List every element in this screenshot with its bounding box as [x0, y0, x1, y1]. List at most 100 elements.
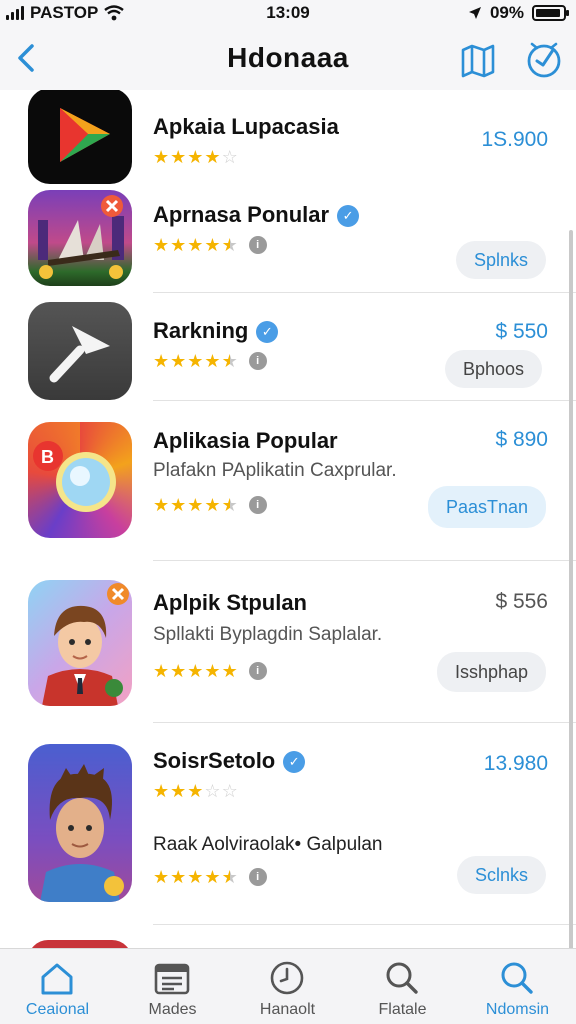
- home-icon: [41, 963, 73, 995]
- app-name: Aplpik Stpulan: [153, 590, 307, 615]
- verified-check-icon: ✓: [256, 321, 279, 344]
- app-name: Apkaia Lupacasia: [153, 114, 339, 139]
- divider: [153, 560, 576, 561]
- star-rating-secondary: ★ ★ ★ ★ ★ i: [153, 868, 267, 886]
- partial-app-icon: [28, 940, 132, 948]
- star-icon: ★: [204, 147, 221, 167]
- tab-home[interactable]: Ceaional: [0, 949, 115, 1024]
- get-button[interactable]: Sclnks: [456, 856, 546, 894]
- star-rating: ★ ★ ★ ★ ★ i: [153, 496, 267, 514]
- info-icon[interactable]: i: [248, 236, 267, 254]
- star-rating: ★ ★ ★ ★ ★ i: [153, 236, 267, 254]
- battery-percent: 09%: [489, 3, 524, 22]
- status-right: 09%: [468, 3, 569, 23]
- star-icon: ★: [153, 235, 170, 255]
- compass-icon[interactable]: [524, 40, 564, 80]
- star-rating: ★ ★ ★ ★ ★ i: [153, 352, 267, 370]
- star-rating: ★ ★ ★ ☆ ☆: [153, 782, 238, 800]
- app-name-text: Aprnasa Ponular: [153, 202, 330, 227]
- star-icon: ★: [187, 661, 204, 681]
- divider: [153, 292, 576, 293]
- tab-label: Ndomsin: [485, 1001, 550, 1018]
- get-button[interactable]: Bphoos: [444, 350, 542, 388]
- list-item[interactable]: Apkaia Lupacasia ★ ★ ★ ★ ☆ 1S.900: [0, 90, 576, 186]
- app-name-text: Rarkning: [153, 318, 249, 343]
- app-name: Aprnasa Ponular ✓: [153, 202, 360, 228]
- app-name: Rarkning ✓: [153, 318, 279, 344]
- info-icon[interactable]: i: [248, 352, 267, 370]
- get-button[interactable]: PaasTnan: [427, 486, 546, 528]
- list-item[interactable]: B Aplikasia Popular Plafakn PAplikatin C…: [0, 420, 576, 544]
- info-icon[interactable]: i: [248, 662, 267, 680]
- list-item[interactable]: Aprnasa Ponular ✓ ★ ★ ★ ★ ★ i Splnks: [0, 190, 576, 294]
- search-icon: [501, 962, 533, 994]
- star-icon: ★: [153, 351, 170, 371]
- app-price[interactable]: 13.980: [484, 752, 548, 776]
- star-icon: ★: [204, 235, 221, 255]
- star-outline-icon: ☆: [204, 781, 221, 801]
- app-subtitle: Plafakn PAplikatin Caxprular.: [153, 460, 397, 481]
- app-price[interactable]: $ 550: [495, 320, 548, 344]
- app-subtitle: Raak Aolviraolak• Galpulan: [153, 834, 383, 855]
- star-icon: ★: [153, 495, 170, 515]
- star-icon: ★: [204, 495, 221, 515]
- star-icon: ★: [204, 867, 221, 887]
- get-button[interactable]: Isshphap: [436, 652, 546, 692]
- star-half-icon: ★: [221, 867, 238, 887]
- get-button[interactable]: Splnks: [455, 241, 546, 279]
- star-half-icon: ★: [221, 235, 238, 255]
- star-icon: ★: [170, 495, 187, 515]
- cone-app-icon: [28, 302, 132, 400]
- star-outline-icon: ☆: [221, 147, 238, 167]
- list-item[interactable]: Rarkning ✓ ★ ★ ★ ★ ★ i $ 550 Bphoos: [0, 302, 576, 400]
- avatar-man-app-icon: [28, 744, 132, 902]
- tab-list[interactable]: Mades: [115, 949, 230, 1024]
- tab-bar: Ceaional Mades Hanaolt Flatale Ndomsin: [0, 948, 576, 1024]
- star-icon: ★: [187, 781, 204, 801]
- search-icon: [386, 962, 418, 994]
- map-icon[interactable]: [458, 40, 498, 80]
- tab-label: Flatale: [378, 1001, 427, 1018]
- app-price[interactable]: $ 556: [495, 590, 548, 614]
- star-icon: ★: [187, 867, 204, 887]
- app-price[interactable]: $ 890: [495, 428, 548, 452]
- verified-check-icon: ✓: [283, 751, 306, 774]
- nav-bar: Hdonaaa: [0, 26, 576, 90]
- star-icon: ★: [187, 495, 204, 515]
- scrollbar[interactable]: [569, 230, 573, 948]
- city-bridge-app-icon: [28, 190, 132, 286]
- tab-search-active[interactable]: Ndomsin: [460, 949, 575, 1024]
- colorful-ball-app-icon: B: [28, 422, 132, 538]
- divider: [153, 400, 576, 401]
- star-icon: ★: [221, 661, 238, 681]
- app-price[interactable]: 1S.900: [481, 128, 548, 152]
- app-name: SoisrSetolo ✓: [153, 748, 306, 774]
- star-icon: ★: [170, 235, 187, 255]
- star-icon: ★: [170, 351, 187, 371]
- battery-icon: [532, 5, 569, 21]
- star-icon: ★: [153, 147, 170, 167]
- clock-icon: [270, 961, 304, 995]
- star-rating: ★ ★ ★ ★ ★ i: [153, 662, 267, 680]
- star-icon: ★: [170, 661, 187, 681]
- tab-clock[interactable]: Hanaolt: [230, 949, 345, 1024]
- play-store-app-icon: [28, 90, 132, 184]
- status-bar: PASTOP 13:09 09%: [0, 0, 576, 26]
- list-item[interactable]: SoisrSetolo ✓ ★ ★ ★ ☆ ☆ Raak Aolviraolak•…: [0, 744, 576, 904]
- tab-label: Mades: [148, 1001, 197, 1018]
- star-rating: ★ ★ ★ ★ ☆: [153, 148, 238, 166]
- star-icon: ★: [170, 867, 187, 887]
- app-subtitle: Spllakti Byplagdin Saplalar.: [153, 624, 383, 645]
- info-icon[interactable]: i: [248, 868, 267, 886]
- list-item[interactable]: Aplpik Stpulan Spllakti Byplagdin Saplal…: [0, 580, 576, 706]
- location-arrow-icon: [468, 7, 481, 19]
- star-half-icon: ★: [221, 495, 238, 515]
- star-icon: ★: [187, 147, 204, 167]
- info-icon[interactable]: i: [248, 496, 267, 514]
- star-half-icon: ★: [221, 351, 238, 371]
- star-icon: ★: [204, 661, 221, 681]
- svg-text:B: B: [41, 447, 54, 467]
- tab-search[interactable]: Flatale: [345, 949, 460, 1024]
- app-list[interactable]: Apkaia Lupacasia ★ ★ ★ ★ ☆ 1S.900 Aprnas…: [0, 90, 576, 948]
- star-icon: ★: [170, 147, 187, 167]
